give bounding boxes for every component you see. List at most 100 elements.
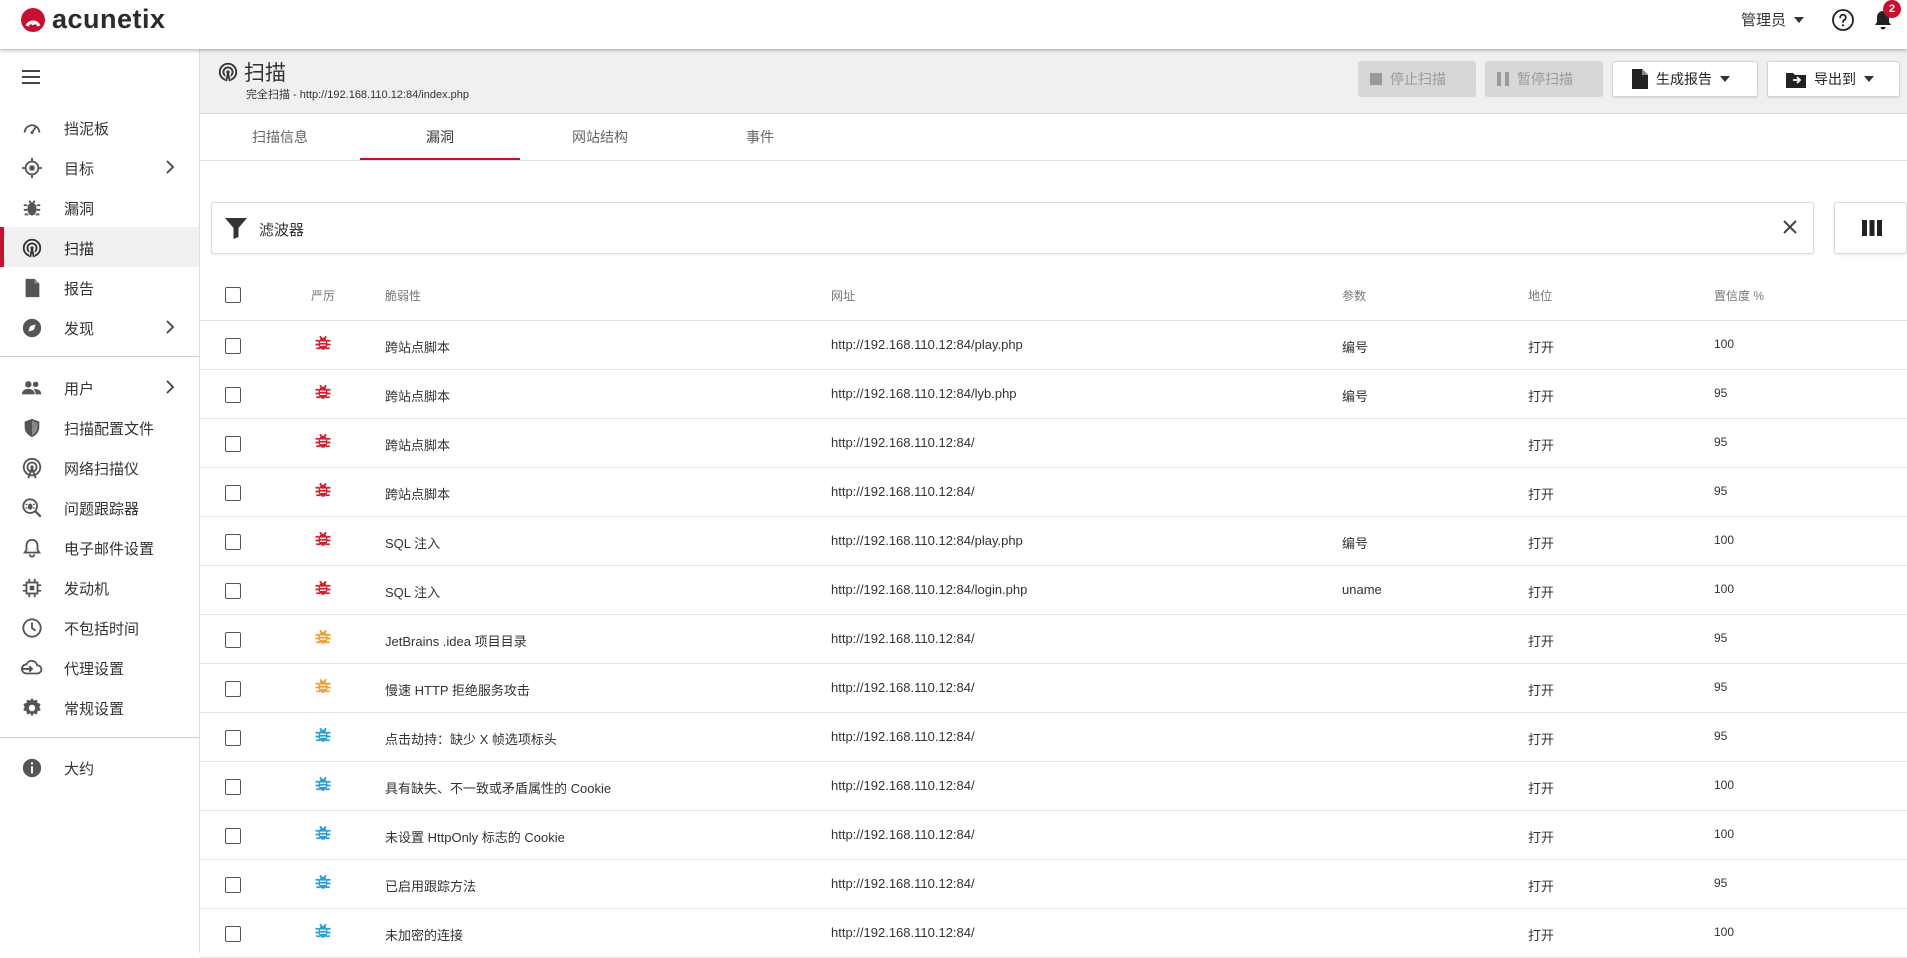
tab-events[interactable]: 事件 — [680, 114, 840, 160]
scan-tabs: 扫描信息 漏洞 网站结构 事件 — [200, 114, 1907, 161]
row-checkbox[interactable] — [225, 730, 241, 746]
tab-scan-info[interactable]: 扫描信息 — [200, 114, 360, 160]
sidebar-item-excluded-hours[interactable]: 不包括时间 — [0, 607, 199, 647]
hamburger-menu-icon[interactable] — [22, 69, 42, 85]
sidebar-item-discovery[interactable]: 发现 — [0, 307, 199, 347]
table-row[interactable]: 已启用跟踪方法 http://192.168.110.12:84/打开 95 — [200, 860, 1907, 909]
user-menu[interactable]: 管理员 — [1741, 9, 1805, 30]
filter-bar[interactable]: 滤波器 — [211, 202, 1814, 254]
column-header-severity[interactable]: 严厉 — [311, 287, 335, 304]
sidebar-item-scans[interactable]: 扫描 — [0, 227, 199, 267]
sidebar-item-label: 挡泥板 — [64, 121, 110, 138]
row-checkbox[interactable] — [225, 926, 241, 942]
severity-high-bug-icon — [315, 335, 331, 350]
vulnerability-status: 打开 — [1528, 389, 1555, 404]
columns-icon — [1862, 220, 1882, 236]
table-row[interactable]: JetBrains .idea 项目目录 http://192.168.110.1… — [200, 615, 1907, 664]
sidebar-item-network-scanner[interactable]: 网络扫描仪 — [0, 447, 199, 487]
vulnerability-parameter: uname — [1342, 582, 1382, 597]
table-row[interactable]: SQL 注入 http://192.168.110.12:84/play.php 编… — [200, 517, 1907, 566]
table-row[interactable]: 点击劫持：缺少 X 帧选项标头 http://192.168.110.12:84/… — [200, 713, 1907, 762]
sidebar-item-scan-profiles[interactable]: 扫描配置文件 — [0, 407, 199, 447]
table-row[interactable]: 未设置 HttpOnly 标志的 Cookie http://192.168.11… — [200, 811, 1907, 860]
row-checkbox[interactable] — [225, 534, 241, 550]
row-checkbox[interactable] — [225, 583, 241, 599]
vulnerability-status: 打开 — [1528, 438, 1555, 453]
export-button[interactable]: 导出到 — [1767, 61, 1900, 97]
table-row[interactable]: 慢速 HTTP 拒绝服务攻击 http://192.168.110.12:84/打… — [200, 664, 1907, 713]
sidebar-item-users[interactable]: 用户 — [0, 367, 199, 407]
vulnerability-status: 打开 — [1528, 879, 1555, 894]
severity-high-bug-icon — [315, 531, 331, 546]
export-label: 导出到 — [1814, 71, 1856, 87]
target-icon — [21, 157, 43, 179]
generate-report-button[interactable]: 生成报告 — [1612, 61, 1758, 97]
vulnerability-status: 打开 — [1528, 781, 1555, 796]
sidebar-item-label: 问题跟踪器 — [64, 501, 140, 518]
compass-icon — [22, 318, 42, 338]
severity-high-bug-icon — [315, 482, 331, 497]
row-checkbox[interactable] — [225, 877, 241, 893]
severity-low-bug-icon — [315, 874, 331, 889]
sidebar-item-proxy-settings[interactable]: 代理设置 — [0, 647, 199, 687]
sidebar-item-general-settings[interactable]: 常规设置 — [0, 687, 199, 727]
sidebar-item-dashboard[interactable]: 挡泥板 — [0, 107, 199, 147]
table-row[interactable]: SQL 注入 http://192.168.110.12:84/login.php… — [200, 566, 1907, 615]
table-row[interactable]: 跨站点脚本 http://192.168.110.12:84/play.php 编号… — [200, 321, 1907, 370]
row-checkbox[interactable] — [225, 828, 241, 844]
vulnerability-name: 慢速 HTTP 拒绝服务攻击 — [385, 683, 530, 698]
sidebar-item-issue-trackers[interactable]: 问题跟踪器 — [0, 487, 199, 527]
column-header-url[interactable]: 网址 — [831, 287, 855, 304]
row-checkbox[interactable] — [225, 338, 241, 354]
sidebar-item-targets[interactable]: 目标 — [0, 147, 199, 187]
sidebar-item-reports[interactable]: 报告 — [0, 267, 199, 307]
column-settings-button[interactable] — [1834, 202, 1907, 254]
column-header-confidence[interactable]: 置信度 % — [1714, 287, 1764, 304]
vulnerability-url: http://192.168.110.12:84/ — [831, 729, 975, 744]
sidebar-item-email-settings[interactable]: 电子邮件设置 — [0, 527, 199, 567]
table-row[interactable]: 未加密的连接 http://192.168.110.12:84/打开 100 — [200, 909, 1907, 958]
sidebar-item-vulnerabilities[interactable]: 漏洞 — [0, 187, 199, 227]
sidebar-item-engines[interactable]: 发动机 — [0, 567, 199, 607]
row-checkbox[interactable] — [225, 436, 241, 452]
notification-count-badge: 2 — [1883, 0, 1901, 18]
vulnerability-confidence: 100 — [1714, 337, 1735, 351]
caret-down-icon — [1720, 76, 1730, 82]
table-row[interactable]: 跨站点脚本 http://192.168.110.12:84/lyb.php 编号 打… — [200, 370, 1907, 419]
severity-medium-bug-icon — [315, 629, 331, 644]
acunetix-logo[interactable]: acunetix — [20, 4, 166, 35]
row-checkbox[interactable] — [225, 681, 241, 697]
proxy-icon — [21, 659, 43, 675]
row-checkbox[interactable] — [225, 779, 241, 795]
column-header-status[interactable]: 地位 — [1528, 287, 1552, 304]
sidebar-item-label: 常规设置 — [64, 701, 125, 718]
vulnerability-name: 跨站点脚本 — [385, 340, 451, 355]
select-all-checkbox[interactable] — [225, 287, 241, 303]
column-header-parameter[interactable]: 参数 — [1342, 287, 1366, 304]
vulnerability-status: 打开 — [1528, 634, 1555, 649]
vulnerability-confidence: 95 — [1714, 729, 1728, 743]
sidebar-divider — [0, 356, 199, 357]
row-checkbox[interactable] — [225, 485, 241, 501]
sidebar-item-about[interactable]: 大约 — [0, 747, 199, 787]
vulnerability-parameter: 编号 — [1342, 536, 1369, 551]
sidebar-item-label: 用户 — [64, 381, 95, 398]
table-row[interactable]: 跨站点脚本 http://192.168.110.12:84/打开 95 — [200, 419, 1907, 468]
vulnerability-url: http://192.168.110.12:84/ — [831, 484, 975, 499]
row-checkbox[interactable] — [225, 632, 241, 648]
help-icon[interactable] — [1831, 8, 1855, 32]
row-checkbox[interactable] — [225, 387, 241, 403]
sidebar-item-label: 大约 — [64, 761, 95, 778]
vulnerability-url: http://192.168.110.12:84/ — [831, 876, 975, 891]
stop-scan-button[interactable]: 停止扫描 — [1358, 61, 1476, 97]
table-row[interactable]: 具有缺失、不一致或矛盾属性的 Cookie http://192.168.110.… — [200, 762, 1907, 811]
pause-scan-button[interactable]: 暂停扫描 — [1485, 61, 1603, 97]
tab-site-structure[interactable]: 网站结构 — [520, 114, 680, 160]
sidebar-item-label: 网络扫描仪 — [64, 461, 140, 478]
close-icon[interactable] — [1782, 219, 1798, 235]
table-row[interactable]: 跨站点脚本 http://192.168.110.12:84/打开 95 — [200, 468, 1907, 517]
tab-vulnerabilities[interactable]: 漏洞 — [360, 114, 520, 160]
pause-scan-label: 暂停扫描 — [1517, 71, 1573, 87]
column-header-vulnerability[interactable]: 脆弱性 — [385, 287, 421, 304]
stop-scan-label: 停止扫描 — [1390, 71, 1446, 87]
